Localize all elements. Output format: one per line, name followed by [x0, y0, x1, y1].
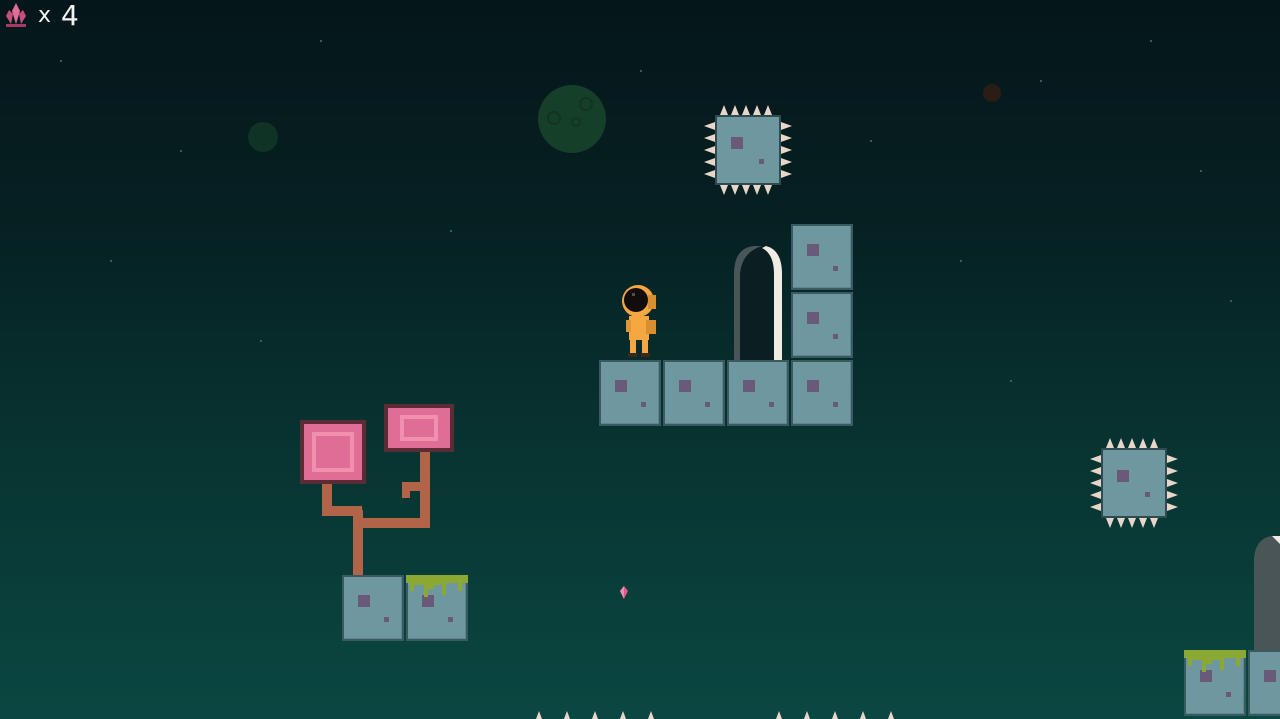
stone-tile — [791, 292, 853, 358]
stone-tile — [599, 360, 661, 426]
mossy-stone-tile — [1184, 650, 1246, 716]
pink-tree — [300, 404, 454, 578]
spiked-block-core — [1101, 448, 1167, 518]
floor-spikes — [536, 711, 894, 719]
spiked-block — [702, 102, 794, 198]
small-green-planet — [248, 122, 278, 152]
moss-icon — [1184, 650, 1246, 672]
moss-icon — [406, 575, 468, 597]
exit-door[interactable] — [732, 244, 784, 360]
small-brown-planet — [983, 84, 1001, 102]
stone-tile — [342, 575, 404, 641]
spiked-block-core — [715, 115, 781, 185]
stone-tile — [727, 360, 789, 426]
mossy-stone-tile — [406, 575, 468, 641]
edge-door — [1254, 536, 1280, 650]
hud-crystal-count: 4 — [61, 0, 80, 32]
player-astronaut[interactable] — [620, 283, 662, 359]
green-moon — [538, 85, 606, 153]
stone-tile — [1248, 650, 1280, 716]
pink-crystal-icon — [6, 3, 26, 27]
hud-multiplier: x — [38, 2, 52, 28]
spiked-block — [1088, 435, 1180, 531]
stone-tile — [791, 224, 853, 290]
stone-tile — [663, 360, 725, 426]
hud-counter: x 4 — [4, 0, 80, 32]
stone-tile — [791, 360, 853, 426]
crystal-pickup[interactable] — [619, 586, 629, 600]
